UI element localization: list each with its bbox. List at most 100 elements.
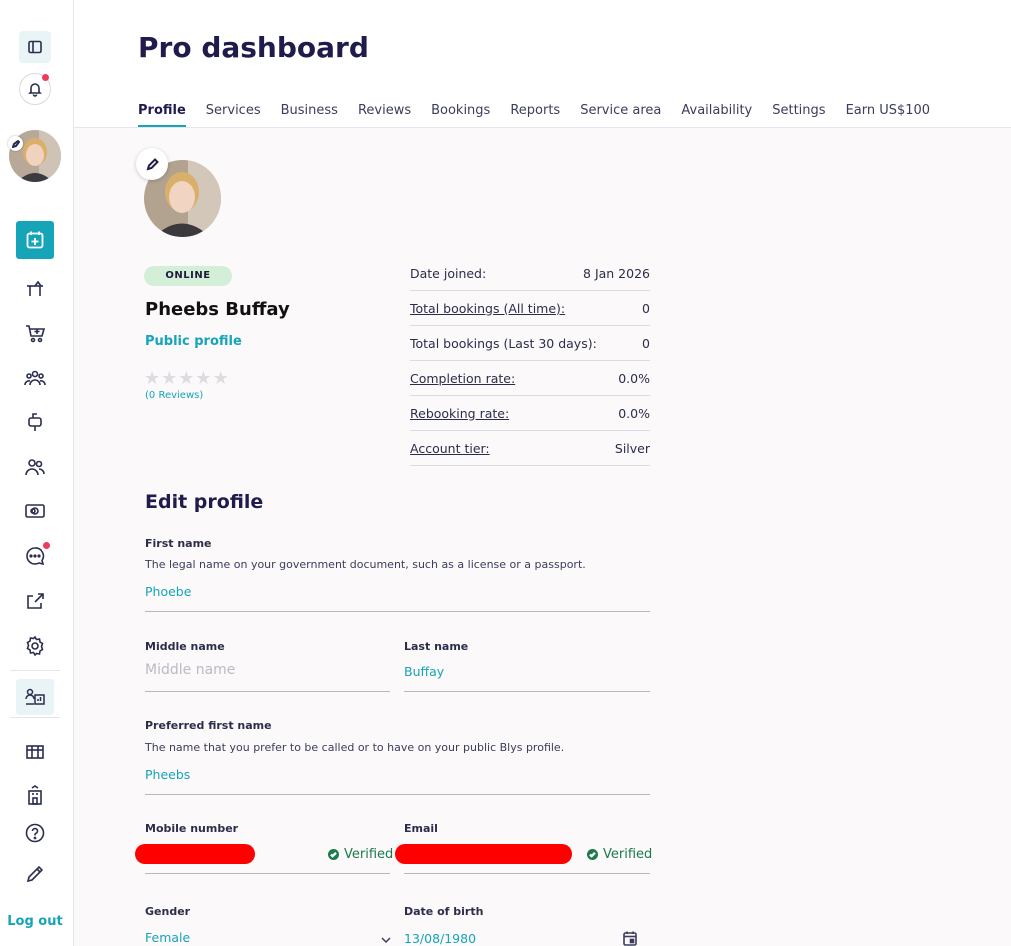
first-name-help: The legal name on your government docume… (145, 558, 586, 571)
mobile-underline (145, 873, 390, 874)
profile-name: Pheebs Buffay (145, 299, 290, 320)
tab-service-area[interactable]: Service area (580, 103, 661, 127)
sidebar-item-team[interactable] (0, 360, 70, 396)
sidebar-divider (10, 717, 60, 718)
mobile-label: Mobile number (145, 822, 239, 835)
stat-row: Account tier: Silver (410, 431, 650, 466)
stat-label[interactable]: Completion rate: (410, 371, 515, 386)
users-icon (25, 459, 45, 476)
pencil-icon (146, 157, 159, 170)
mobile-verified-badge: Verified (328, 847, 393, 862)
gender-select[interactable]: Female (145, 930, 190, 945)
middle-name-underline (145, 691, 390, 692)
sidebar-toggle-button[interactable] (19, 31, 51, 63)
tab-bar: Profile Services Business Reviews Bookin… (138, 103, 950, 127)
share-icon (27, 593, 44, 609)
notification-dot (42, 74, 49, 81)
verified-label: Verified (603, 847, 653, 862)
stat-row: Total bookings (All time): 0 (410, 291, 650, 326)
sidebar-item-pro-dashboard[interactable] (16, 679, 54, 715)
cash-icon (25, 504, 45, 518)
cart-icon (26, 325, 46, 343)
star-icon: ★ (178, 368, 195, 389)
tab-availability[interactable]: Availability (681, 103, 752, 127)
preferred-name-field[interactable]: Pheebs (145, 767, 190, 782)
stat-value: 8 Jan 2026 (583, 265, 650, 281)
tab-profile[interactable]: Profile (138, 103, 186, 127)
page-title: Pro dashboard (138, 31, 369, 64)
calendar-icon[interactable] (622, 930, 638, 946)
gear-icon (26, 635, 44, 657)
sidebar-item-messages[interactable] (0, 538, 70, 574)
massage-table-icon (27, 280, 43, 296)
stats-table: Date joined: 8 Jan 2026 Total bookings (… (410, 256, 650, 466)
sidebar-item-share[interactable] (0, 583, 70, 619)
star-icon: ★ (212, 368, 229, 389)
sidebar: Log out (0, 0, 74, 946)
sidebar-item-settings[interactable] (0, 628, 70, 664)
mailbox-icon (28, 413, 42, 431)
calendar-plus-icon (26, 231, 44, 249)
sidebar-divider (10, 670, 60, 671)
first-name-field[interactable]: Phoebe (145, 584, 191, 599)
sidebar-toggle-icon (28, 40, 42, 54)
sidebar-item-feedback[interactable] (0, 856, 70, 892)
edit-photo-button[interactable] (136, 148, 168, 180)
tab-reports[interactable]: Reports (510, 103, 560, 127)
chat-icon (26, 547, 45, 566)
email-verified-badge: Verified (587, 847, 652, 862)
sidebar-item-help[interactable] (0, 815, 70, 851)
preferred-name-label: Preferred first name (145, 719, 272, 732)
messages-notification-dot (43, 542, 50, 549)
stat-label[interactable]: Total bookings (All time): (410, 301, 565, 316)
star-icon: ★ (161, 368, 178, 389)
pencil-icon (26, 865, 44, 883)
stat-label: Total bookings (Last 30 days): (410, 335, 597, 351)
public-profile-link[interactable]: Public profile (145, 334, 242, 349)
stat-row: Date joined: 8 Jan 2026 (410, 256, 650, 291)
building-icon (28, 785, 42, 805)
avatar-edit-button[interactable] (8, 136, 23, 151)
sidebar-item-gifts[interactable] (0, 732, 70, 768)
chevron-down-icon[interactable] (380, 931, 392, 944)
logout-link[interactable]: Log out (0, 914, 70, 929)
sidebar-item-mailbox[interactable] (0, 404, 70, 440)
tab-settings[interactable]: Settings (772, 103, 825, 127)
tab-earn[interactable]: Earn US$100 (846, 103, 931, 127)
sidebar-item-orders[interactable] (0, 315, 70, 351)
help-icon (25, 823, 45, 843)
edit-profile-heading: Edit profile (145, 491, 264, 513)
star-icon: ★ (195, 368, 212, 389)
sidebar-item-payments[interactable] (0, 493, 70, 529)
check-circle-icon (328, 849, 339, 860)
gift-icon (26, 745, 44, 759)
stat-row: Completion rate: 0.0% (410, 361, 650, 396)
reviews-link[interactable]: (0 Reviews) (145, 390, 203, 401)
check-circle-icon (587, 849, 598, 860)
middle-name-label: Middle name (145, 640, 225, 653)
sidebar-item-new-booking[interactable] (16, 221, 54, 259)
email-label: Email (404, 822, 438, 835)
pencil-icon (11, 139, 20, 148)
tab-bookings[interactable]: Bookings (431, 103, 490, 127)
dob-field[interactable]: 13/08/1980 (404, 931, 476, 946)
pro-dashboard-icon (25, 688, 45, 705)
stat-value: 0 (642, 335, 650, 351)
email-field[interactable] (395, 844, 572, 864)
team-icon (24, 370, 46, 386)
sidebar-item-treatments[interactable] (0, 271, 70, 307)
tab-services[interactable]: Services (206, 103, 261, 127)
stat-label[interactable]: Rebooking rate: (410, 406, 509, 421)
stat-label[interactable]: Account tier: (410, 441, 490, 456)
sidebar-item-corporate[interactable] (0, 777, 70, 813)
last-name-label: Last name (404, 640, 469, 653)
stat-row: Total bookings (Last 30 days): 0 (410, 326, 650, 361)
mobile-field[interactable] (135, 844, 255, 864)
sidebar-item-clients[interactable] (0, 449, 70, 485)
middle-name-field[interactable]: Middle name (145, 662, 235, 678)
gender-label: Gender (145, 905, 191, 918)
first-name-label: First name (145, 537, 212, 550)
last-name-field[interactable]: Buffay (404, 664, 444, 679)
tab-business[interactable]: Business (281, 103, 338, 127)
tab-reviews[interactable]: Reviews (358, 103, 411, 127)
